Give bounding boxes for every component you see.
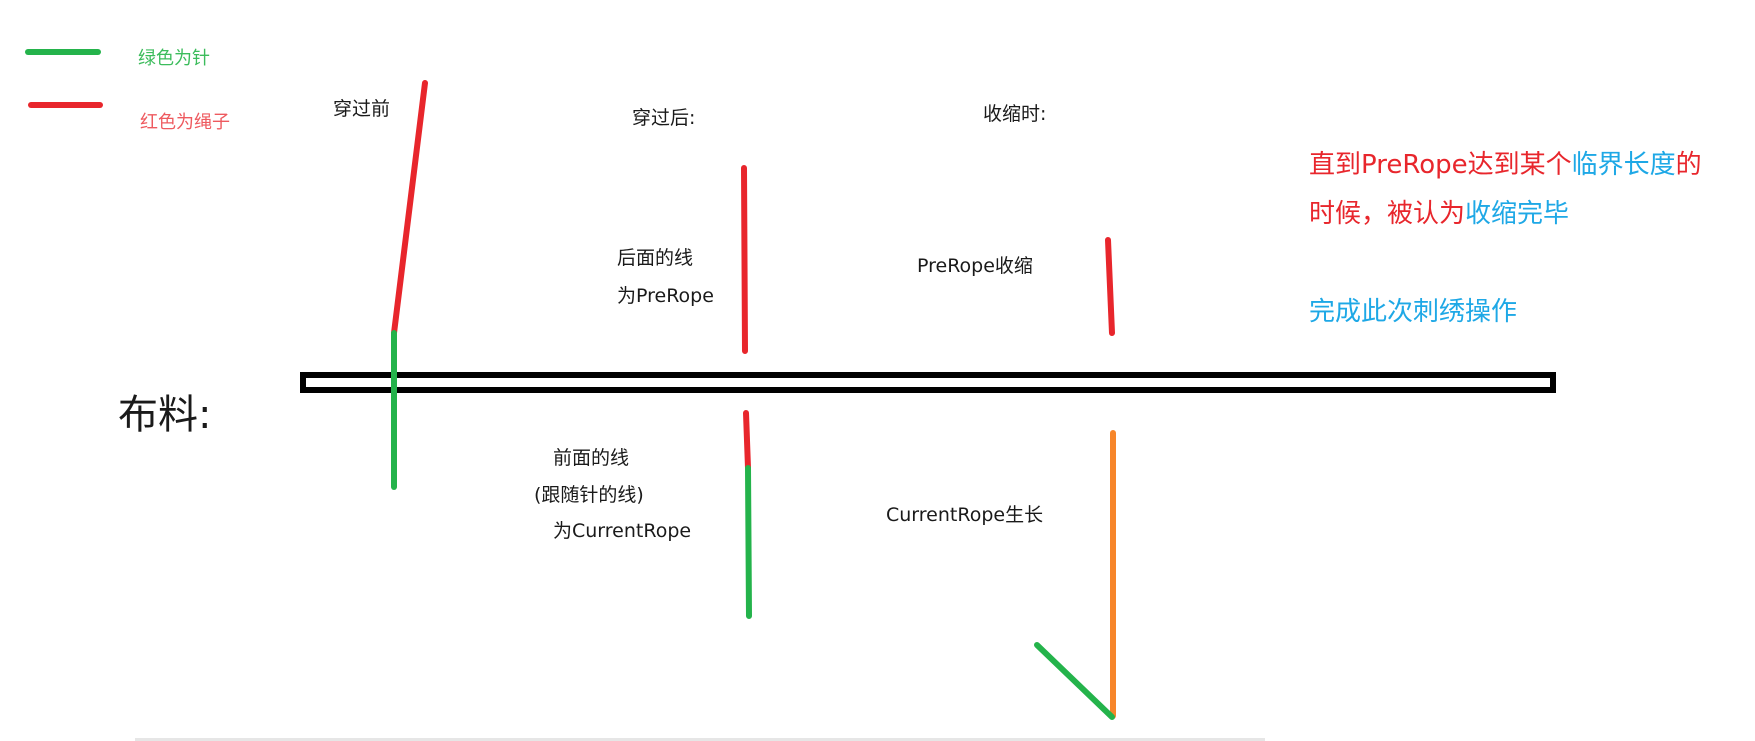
front-line-label-2: (跟随针的线) [534,484,644,506]
front-line-label-3: 为CurrentRope [553,520,692,542]
back-line-label-2: 为PreRope [617,285,714,307]
diagram-canvas: 绿色为针 红色为绳子 布料: 穿过前 穿过后: 收缩时: 后面的线 为PreRo… [0,0,1755,741]
stage-before-title: 穿过前 [333,98,391,120]
stage-after-title: 穿过后: [632,107,696,129]
legend-needle-label: 绿色为针 [138,48,210,69]
prerope-shrink-label: PreRope收缩 [917,255,1033,277]
note-line-1-highlight: 临界长度 [1571,150,1676,180]
legend-rope-label: 红色为绳子 [140,112,230,133]
note-line-3: 完成此次刺绣操作 [1309,297,1518,327]
back-line-label-1: 后面的线 [617,247,694,269]
front-line-label-1: 前面的线 [553,447,630,469]
note-line-2-part-a: 时候，被认为 [1309,199,1466,229]
fabric-label: 布料: [118,392,212,438]
note-line-1: 直到PreRope达到某个临界长度的 [1309,150,1702,181]
note-line-2: 时候，被认为收缩完毕 [1309,199,1569,230]
diagram-drawing [25,49,1556,720]
fabric-cloth [300,372,1556,393]
note-line-1-part-a: 直到PreRope达到某个 [1309,150,1572,180]
stage-shrink-prerope [1105,237,1115,336]
note-line-1-part-b: 的 [1675,150,1702,180]
currentrope-grow-label: CurrentRope生长 [886,504,1044,526]
stage-after-prerope [741,165,748,354]
stage-after-currentrope [743,410,751,471]
stage-shrink-title: 收缩时: [983,103,1047,125]
note-line-2-highlight: 收缩完毕 [1465,199,1570,229]
stage-before-rope [391,80,428,336]
stage-after-needle [745,465,752,619]
stage-shrink-needle [1034,642,1115,720]
